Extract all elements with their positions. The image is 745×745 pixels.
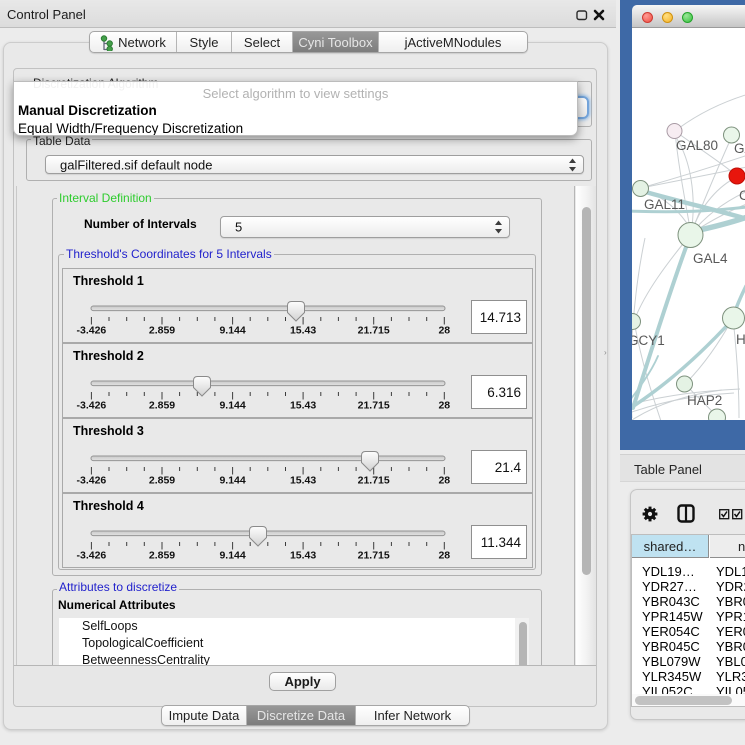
svg-text:15.43: 15.43 [290, 400, 316, 412]
svg-text:GAL4: GAL4 [693, 251, 728, 266]
svg-text:28: 28 [438, 550, 450, 562]
svg-text:GA: GA [734, 141, 745, 156]
svg-text:C: C [739, 188, 745, 203]
svg-text:21.715: 21.715 [358, 400, 390, 412]
svg-text:9.144: 9.144 [219, 475, 245, 487]
svg-text:15.43: 15.43 [290, 550, 316, 562]
svg-text:9.144: 9.144 [219, 550, 245, 562]
svg-text:GAL80: GAL80 [676, 138, 718, 153]
svg-text:28: 28 [438, 325, 450, 337]
svg-text:GAL11: GAL11 [644, 197, 685, 212]
svg-text:2.859: 2.859 [149, 325, 175, 337]
svg-text:28: 28 [438, 475, 450, 487]
svg-text:28: 28 [438, 400, 450, 412]
svg-text:-3.426: -3.426 [77, 475, 107, 487]
svg-text:21.715: 21.715 [358, 325, 390, 337]
svg-text:HAP2: HAP2 [687, 393, 722, 408]
svg-text:9.144: 9.144 [219, 400, 245, 412]
svg-text:15.43: 15.43 [290, 475, 316, 487]
svg-text:15.43: 15.43 [290, 325, 316, 337]
svg-text:2.859: 2.859 [149, 475, 175, 487]
svg-text:H: H [736, 332, 745, 347]
svg-text:GCY1: GCY1 [632, 333, 665, 348]
svg-text:21.715: 21.715 [358, 475, 390, 487]
svg-text:9.144: 9.144 [219, 325, 245, 337]
svg-text:21.715: 21.715 [358, 550, 390, 562]
svg-text:2.859: 2.859 [149, 400, 175, 412]
svg-text:-3.426: -3.426 [77, 550, 107, 562]
svg-text:-3.426: -3.426 [77, 325, 107, 337]
svg-text:-3.426: -3.426 [77, 400, 107, 412]
svg-text:2.859: 2.859 [149, 550, 175, 562]
